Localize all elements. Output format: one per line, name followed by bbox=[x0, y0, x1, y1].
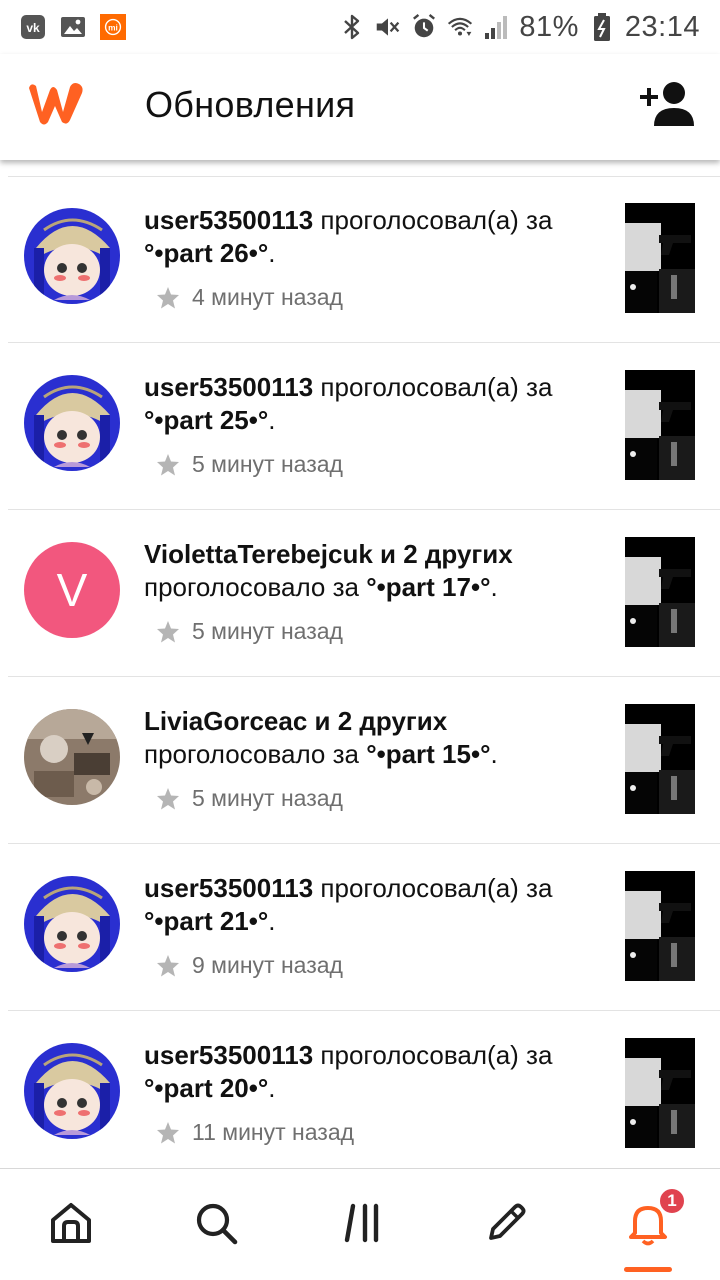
timestamp: 11 минут назад bbox=[192, 1119, 355, 1145]
wifi-icon bbox=[447, 14, 473, 40]
avatar[interactable] bbox=[24, 375, 120, 471]
notification-text: user53500113 проголосовал(а) за °•part 2… bbox=[144, 1040, 553, 1103]
page-title: Обновления bbox=[145, 84, 356, 125]
notification-badge: 1 bbox=[658, 1187, 686, 1215]
avatar[interactable] bbox=[24, 709, 120, 805]
battery-percent: 81% bbox=[519, 10, 579, 43]
list-item[interactable]: V ViolettaTerebejcuk и 2 других проголос… bbox=[8, 510, 720, 677]
timestamp: 9 минут назад bbox=[192, 952, 343, 978]
star-icon bbox=[157, 453, 179, 475]
list-item[interactable]: LiviaGorceac и 2 других проголосовало за… bbox=[8, 677, 720, 844]
mi-icon: mi bbox=[100, 14, 126, 40]
vote-meta: 5 минут назад bbox=[156, 618, 343, 645]
story-cover[interactable] bbox=[625, 1038, 695, 1148]
star-icon bbox=[157, 286, 179, 308]
user-name[interactable]: ViolettaTerebejcuk и 2 других bbox=[144, 539, 513, 569]
library-icon[interactable] bbox=[336, 1197, 388, 1249]
story-cover[interactable] bbox=[625, 704, 695, 814]
story-cover[interactable] bbox=[625, 370, 695, 480]
home-icon[interactable] bbox=[45, 1197, 97, 1249]
user-name[interactable]: user53500113 bbox=[144, 873, 313, 903]
notification-text: LiviaGorceac и 2 других проголосовало за… bbox=[144, 706, 498, 769]
avatar[interactable] bbox=[24, 1043, 120, 1139]
action-text: проголосовал(а) за bbox=[320, 873, 553, 903]
list-item[interactable]: user53500113 проголосовал(а) за °•part 2… bbox=[8, 844, 720, 1011]
star-icon bbox=[157, 620, 179, 642]
battery-icon bbox=[589, 13, 615, 41]
story-cover[interactable] bbox=[625, 203, 695, 313]
story-part[interactable]: °•part 25•° bbox=[144, 405, 268, 435]
user-name[interactable]: user53500113 bbox=[144, 1040, 313, 1070]
timestamp: 5 минут назад bbox=[192, 785, 343, 811]
action-text: проголосовал(а) за bbox=[320, 205, 553, 235]
svg-text:mi: mi bbox=[108, 22, 118, 32]
star-icon bbox=[157, 954, 179, 976]
search-icon[interactable] bbox=[190, 1197, 242, 1249]
story-cover[interactable] bbox=[625, 871, 695, 981]
gallery-icon bbox=[60, 14, 86, 40]
list-item[interactable]: user53500113 проголосовал(а) за °•part 2… bbox=[8, 1011, 720, 1178]
story-part[interactable]: °•part 21•° bbox=[144, 906, 268, 936]
notification-text: user53500113 проголосовал(а) за °•part 2… bbox=[144, 205, 553, 268]
notification-text: user53500113 проголосовал(а) за °•part 2… bbox=[144, 372, 553, 435]
list-item[interactable]: user53500113 проголосовал(а) за °•part 2… bbox=[8, 176, 720, 343]
bluetooth-icon bbox=[339, 14, 365, 40]
avatar-letter: V bbox=[56, 564, 88, 616]
clock: 23:14 bbox=[624, 10, 700, 43]
star-icon bbox=[157, 1121, 179, 1143]
active-tab-indicator bbox=[624, 1267, 672, 1272]
story-part[interactable]: °•part 15•° bbox=[366, 739, 490, 769]
vote-meta: 5 минут назад bbox=[156, 451, 343, 478]
write-icon[interactable] bbox=[480, 1197, 532, 1249]
list-item[interactable]: user53500113 проголосовал(а) за °•part 2… bbox=[8, 343, 720, 510]
story-part[interactable]: °•part 20•° bbox=[144, 1073, 268, 1103]
action-text: проголосовало за bbox=[144, 572, 359, 602]
notifications-icon[interactable]: 1 bbox=[622, 1187, 686, 1249]
signal-icon bbox=[483, 14, 509, 40]
notification-text: user53500113 проголосовал(а) за °•part 2… bbox=[144, 873, 553, 936]
timestamp: 5 минут назад bbox=[192, 451, 343, 477]
add-user-icon[interactable] bbox=[640, 80, 696, 128]
vote-meta: 9 минут назад bbox=[156, 952, 343, 979]
vk-icon: vk bbox=[20, 14, 46, 40]
mute-icon bbox=[375, 14, 401, 40]
vote-meta: 5 минут назад bbox=[156, 785, 343, 812]
action-text: проголосовало за bbox=[144, 739, 359, 769]
timestamp: 4 минут назад bbox=[192, 284, 343, 310]
bottom-nav: 1 bbox=[0, 1168, 720, 1280]
vote-meta: 4 минут назад bbox=[156, 284, 343, 311]
svg-text:vk: vk bbox=[26, 21, 40, 35]
star-icon bbox=[157, 787, 179, 809]
action-text: проголосовал(а) за bbox=[320, 372, 553, 402]
status-bar: vk mi 81% 23:14 bbox=[0, 0, 720, 54]
app-bar: Обновления bbox=[0, 54, 720, 160]
story-part[interactable]: °•part 17•° bbox=[366, 572, 490, 602]
action-text: проголосовал(а) за bbox=[320, 1040, 553, 1070]
avatar[interactable] bbox=[24, 876, 120, 972]
avatar[interactable] bbox=[24, 208, 120, 304]
avatar[interactable]: V bbox=[24, 542, 120, 638]
alarm-icon bbox=[411, 13, 437, 40]
notification-list[interactable]: user53500113 проголосовал(а) за °•part 2… bbox=[0, 176, 720, 1178]
user-name[interactable]: user53500113 bbox=[144, 372, 313, 402]
user-name[interactable]: user53500113 bbox=[144, 205, 313, 235]
wattpad-logo-icon[interactable] bbox=[24, 78, 90, 128]
notification-text: ViolettaTerebejcuk и 2 других проголосов… bbox=[144, 539, 513, 602]
user-name[interactable]: LiviaGorceac и 2 других bbox=[144, 706, 447, 736]
vote-meta: 11 минут назад bbox=[156, 1119, 354, 1146]
timestamp: 5 минут назад bbox=[192, 618, 343, 644]
story-part[interactable]: °•part 26•° bbox=[144, 238, 268, 268]
story-cover[interactable] bbox=[625, 537, 695, 647]
